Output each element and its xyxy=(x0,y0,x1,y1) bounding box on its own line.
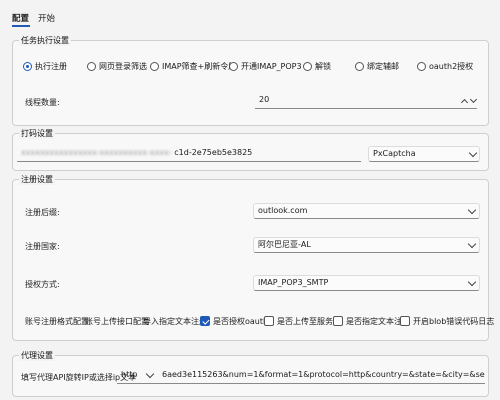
radio-bind-backup-email-indicator xyxy=(355,61,364,71)
chevron-down-icon xyxy=(467,277,477,287)
radio-imap-refresh[interactable]: IMAP筛查+刷新令牌 xyxy=(150,59,236,73)
radio-web-login-filter-label: 网页登录筛选 xyxy=(99,61,147,71)
menu-start[interactable]: 开始 xyxy=(38,12,55,24)
radio-bind-backup-email-label: 绑定辅邮 xyxy=(367,61,399,71)
radio-oauth2-indicator xyxy=(417,61,426,71)
radio-unlock[interactable]: 解锁 xyxy=(303,59,331,73)
checkbox-blob-log-label: 开启blob错误代码日志 xyxy=(413,316,495,326)
checkbox-upload-server[interactable]: 是否上传至服务器 xyxy=(264,315,341,327)
captcha-provider-value: PxCaptcha xyxy=(373,149,416,158)
radio-register-label: 执行注册 xyxy=(35,61,67,71)
register-settings-group: 注册设置 注册后缀: outlook.com 注册国家: 阿尔巴尼亚-AL 授权… xyxy=(12,174,494,341)
proxy-settings-group: 代理设置 填写代理API旋转IP或选择ip文本 http 6aed3e11526… xyxy=(12,350,489,397)
radio-register-indicator xyxy=(23,61,32,71)
captcha-key-input[interactable]: xxxxxxxxxxxxxxxx-xxxxxxxxxx-xxxx- c1d-2e… xyxy=(17,146,361,162)
radio-register[interactable]: 执行注册 xyxy=(23,59,67,73)
captcha-settings-title: 打码设置 xyxy=(19,128,55,139)
radio-oauth2[interactable]: oauth2授权 xyxy=(417,59,473,73)
radio-enable-imap-pop3-indicator xyxy=(229,61,238,71)
checkbox-blob-log-box xyxy=(400,316,410,326)
upload-api-config-button[interactable]: 账号上传接口配置 xyxy=(85,316,149,327)
checkbox-upload-server-label: 是否上传至服务器 xyxy=(277,316,341,326)
auth-method-value: IMAP_POP3_SMTP xyxy=(258,278,329,287)
auth-method-label: 授权方式: xyxy=(25,280,60,289)
chevron-down-icon xyxy=(467,205,477,215)
country-select[interactable]: 阿尔巴尼亚-AL xyxy=(253,237,480,253)
register-format-config-button[interactable]: 账号注册格式配置 xyxy=(25,316,89,327)
radio-unlock-label: 解锁 xyxy=(315,61,331,71)
menu-config[interactable]: 配置 xyxy=(12,12,29,24)
radio-unlock-indicator xyxy=(303,61,312,71)
active-menu-indicator xyxy=(12,25,30,27)
radio-enable-imap-pop3[interactable]: 开通IMAP_POP3 xyxy=(229,59,302,73)
proxy-url-input[interactable]: 6aed3e115263&num=1&format=1&protocol=htt… xyxy=(159,368,485,384)
proxy-protocol-value: http xyxy=(121,370,138,379)
chevron-down-icon xyxy=(468,148,478,158)
suffix-value: outlook.com xyxy=(258,206,308,215)
checkbox-blob-log[interactable]: 开启blob错误代码日志 xyxy=(400,315,494,327)
checkbox-text-register-box xyxy=(333,316,343,326)
proxy-url-value: 6aed3e115263&num=1&format=1&protocol=htt… xyxy=(162,370,485,379)
country-label: 注册国家: xyxy=(25,242,60,251)
chevron-down-icon xyxy=(467,239,477,249)
radio-web-login-filter-indicator xyxy=(87,61,96,71)
checkbox-oauth2-box xyxy=(200,316,210,326)
task-settings-title: 任务执行设置 xyxy=(19,35,71,46)
import-text-register-button[interactable]: 导入指定文本注册 xyxy=(143,316,207,327)
radio-web-login-filter[interactable]: 网页登录筛选 xyxy=(87,59,147,73)
suffix-label: 注册后缀: xyxy=(25,208,60,217)
radio-imap-refresh-label: IMAP筛查+刷新令牌 xyxy=(162,61,237,71)
auth-method-select[interactable]: IMAP_POP3_SMTP xyxy=(253,275,480,291)
proxy-protocol-select[interactable]: http xyxy=(117,368,159,384)
chevron-down-icon xyxy=(145,369,155,379)
radio-bind-backup-email[interactable]: 绑定辅邮 xyxy=(355,59,399,73)
threads-value: 20 xyxy=(259,95,270,104)
checkbox-oauth2[interactable]: 是否授权oauth2 xyxy=(200,315,273,327)
task-radio-row: 执行注册 网页登录筛选 IMAP筛查+刷新令牌 开通IMAP_POP3 解锁 绑… xyxy=(13,59,488,75)
checkbox-upload-server-box xyxy=(264,316,274,326)
suffix-select[interactable]: outlook.com xyxy=(253,203,480,219)
register-settings-title: 注册设置 xyxy=(19,174,55,185)
threads-label: 线程数量: xyxy=(25,98,60,107)
menu-bar: 配置 开始 xyxy=(0,0,500,28)
task-settings-group: 任务执行设置 执行注册 网页登录筛选 IMAP筛查+刷新令牌 开通IMAP_PO… xyxy=(12,35,489,126)
radio-imap-refresh-indicator xyxy=(150,61,159,71)
captcha-provider-select[interactable]: PxCaptcha xyxy=(368,146,480,162)
captcha-settings-group: 打码设置 xxxxxxxxxxxxxxxx-xxxxxxxxxx-xxxx- c… xyxy=(12,128,489,171)
country-value: 阿尔巴尼亚-AL xyxy=(258,240,311,249)
radio-oauth2-label: oauth2授权 xyxy=(429,61,474,71)
proxy-settings-title: 代理设置 xyxy=(19,350,55,361)
threads-spinbox[interactable]: 20 xyxy=(255,93,477,109)
radio-enable-imap-pop3-label: 开通IMAP_POP3 xyxy=(241,61,302,71)
captcha-key-visible: c1d-2e75eb5e3825 xyxy=(174,148,253,157)
checkbox-text-register[interactable]: 是否指定文本注册 xyxy=(333,315,410,327)
captcha-key-redacted: xxxxxxxxxxxxxxxx-xxxxxxxxxx-xxxx- xyxy=(21,148,172,157)
